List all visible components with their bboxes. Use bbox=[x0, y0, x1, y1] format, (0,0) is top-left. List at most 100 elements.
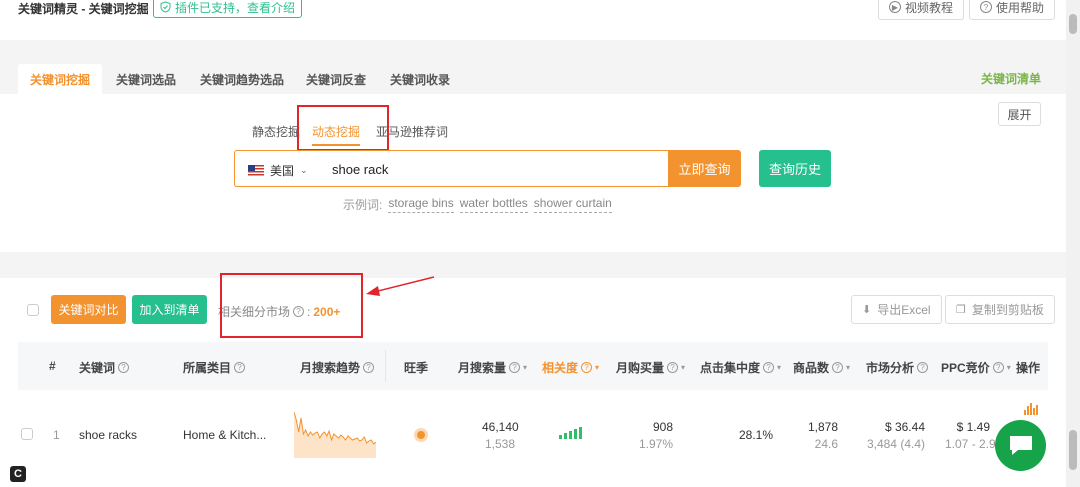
example-keywords: 示例词: storage bins water bottles shower c… bbox=[343, 196, 612, 213]
tab-keyword-indexing[interactable]: 关键词收录 bbox=[390, 64, 450, 94]
row-checkbox[interactable] bbox=[21, 428, 33, 440]
play-icon: ▶ bbox=[889, 1, 901, 13]
row-ppc-range: 1.07 - 2.9 bbox=[945, 437, 996, 451]
help-label: 使用帮助 bbox=[996, 0, 1045, 15]
question-icon[interactable]: ? bbox=[118, 362, 130, 373]
annotation-arrow-icon bbox=[366, 276, 435, 296]
export-label: 导出Excel bbox=[877, 303, 931, 317]
subtab-static-mining[interactable]: 静态挖掘 bbox=[252, 123, 300, 140]
relevance-bar bbox=[559, 435, 562, 439]
chevron-down-icon: ▾ bbox=[846, 363, 851, 372]
row-index: 1 bbox=[53, 428, 60, 442]
th-search-volume[interactable]: 月搜索量? ▾ bbox=[458, 359, 527, 376]
country-select[interactable]: 美国 ⌄ bbox=[248, 162, 308, 179]
video-tutorial-label: 视频教程 bbox=[905, 0, 954, 15]
th-keyword: 关键词? bbox=[79, 359, 130, 376]
question-icon[interactable]: ? bbox=[363, 362, 375, 373]
question-icon[interactable]: ? bbox=[832, 362, 844, 373]
question-icon: ? bbox=[980, 1, 992, 13]
us-flag-icon bbox=[248, 165, 264, 176]
row-purchases: 908 bbox=[652, 420, 673, 434]
relevance-bar bbox=[569, 431, 572, 439]
th-actions: 操作 bbox=[1016, 361, 1041, 375]
question-icon[interactable]: ? bbox=[667, 362, 679, 373]
query-button[interactable]: 立即查询 bbox=[668, 150, 741, 187]
th-trend-label: 月搜索趋势 bbox=[300, 361, 361, 375]
chevron-down-icon: ▾ bbox=[595, 363, 600, 372]
chevron-down-icon: ▾ bbox=[523, 363, 528, 372]
row-market-price: $ 36.44 bbox=[884, 420, 925, 434]
question-icon[interactable]: ? bbox=[509, 362, 521, 373]
download-icon: ⬇ bbox=[862, 304, 872, 316]
th-purchases[interactable]: 月购买量? ▾ bbox=[616, 359, 685, 376]
th-trend: 月搜索趋势? bbox=[300, 359, 375, 376]
copy-label: 复制到剪贴板 bbox=[971, 303, 1044, 317]
th-products[interactable]: 商品数? ▾ bbox=[793, 359, 850, 376]
chevron-down-icon: ▾ bbox=[777, 363, 782, 372]
relevance-bar bbox=[579, 427, 582, 439]
question-icon[interactable]: ? bbox=[581, 362, 593, 373]
question-icon[interactable]: ? bbox=[763, 362, 775, 373]
relevance-bar bbox=[574, 429, 577, 439]
row-products: 1,878 bbox=[807, 420, 838, 434]
video-tutorial-button[interactable]: ▶ 视频教程 bbox=[878, 0, 965, 20]
th-index: # bbox=[49, 359, 56, 373]
chevron-down-icon: ⌄ bbox=[300, 165, 308, 175]
chevron-down-icon: ▾ bbox=[681, 363, 686, 372]
row-search-volume: 46,140 bbox=[482, 420, 519, 434]
add-to-list-button[interactable]: 加入到清单 bbox=[132, 295, 207, 324]
th-keyword-label: 关键词 bbox=[79, 361, 116, 375]
th-category-label: 所属类目 bbox=[183, 361, 232, 375]
relevance-bars bbox=[559, 427, 582, 439]
row-market-sub: 3,484 (4.4) bbox=[866, 437, 925, 451]
th-peak-season: 旺季 bbox=[404, 361, 429, 375]
question-icon[interactable]: ? bbox=[917, 362, 929, 373]
th-market-analysis: 市场分析? bbox=[866, 359, 929, 376]
row-click-concentration: 28.1% bbox=[739, 428, 774, 442]
chevron-down-icon: ▾ bbox=[1006, 363, 1011, 372]
row-category: Home & Kitch... bbox=[183, 428, 267, 442]
tab-keyword-mining[interactable]: 关键词挖掘 bbox=[18, 64, 103, 94]
history-button[interactable]: 查询历史 bbox=[759, 150, 831, 187]
th-search-volume-label: 月搜索量 bbox=[458, 361, 507, 375]
select-all-checkbox[interactable] bbox=[27, 304, 39, 316]
th-relevance[interactable]: 相关度? ▾ bbox=[542, 359, 599, 376]
th-purchases-label: 月购买量 bbox=[616, 361, 665, 375]
question-icon[interactable]: ? bbox=[992, 362, 1004, 373]
plugin-badge-label: 插件已支持，查看介绍 bbox=[175, 0, 296, 15]
tab-keyword-trend-selection[interactable]: 关键词趋势选品 bbox=[200, 64, 284, 94]
th-ppc[interactable]: PPC竞价? ▾ bbox=[941, 359, 1011, 376]
row-search-volume-sub: 1,538 bbox=[484, 437, 515, 451]
row-purchases-rate: 1.97% bbox=[638, 437, 673, 451]
trend-sparkline[interactable] bbox=[294, 408, 376, 458]
compare-button[interactable]: 关键词对比 bbox=[51, 295, 126, 324]
copy-clipboard-button[interactable]: ❐ 复制到剪贴板 bbox=[945, 295, 1055, 324]
scrollbar-thumb-lower[interactable] bbox=[1069, 430, 1077, 470]
annotation-box bbox=[297, 105, 389, 151]
app-logo-icon: C bbox=[10, 466, 26, 482]
example-keyword[interactable]: storage bins bbox=[388, 196, 454, 213]
expand-button[interactable]: 展开 bbox=[998, 102, 1041, 126]
chart-icon[interactable] bbox=[1024, 403, 1038, 415]
plugin-badge[interactable]: 插件已支持，查看介绍 bbox=[153, 0, 303, 18]
example-keyword[interactable]: water bottles bbox=[459, 196, 528, 213]
shield-check-icon bbox=[160, 1, 171, 13]
search-input[interactable]: shoe rack bbox=[332, 162, 388, 177]
th-relevance-label: 相关度 bbox=[542, 361, 579, 375]
tab-keyword-product-selection[interactable]: 关键词选品 bbox=[116, 64, 176, 94]
keyword-list-link[interactable]: 关键词清单 bbox=[981, 70, 1041, 87]
help-button[interactable]: ? 使用帮助 bbox=[969, 0, 1056, 20]
th-click-concentration[interactable]: 点击集中度? ▾ bbox=[700, 359, 781, 376]
th-category: 所属类目? bbox=[183, 359, 246, 376]
annotation-box bbox=[220, 273, 363, 338]
tab-keyword-reverse-lookup[interactable]: 关键词反查 bbox=[306, 64, 366, 94]
column-divider bbox=[385, 350, 386, 382]
example-keyword[interactable]: shower curtain bbox=[533, 196, 612, 213]
scrollbar[interactable] bbox=[1066, 0, 1080, 487]
question-icon[interactable]: ? bbox=[234, 362, 246, 373]
scrollbar-thumb[interactable] bbox=[1069, 14, 1077, 34]
row-keyword[interactable]: shoe racks bbox=[79, 428, 137, 442]
export-excel-button[interactable]: ⬇ 导出Excel bbox=[851, 295, 942, 324]
chat-button[interactable] bbox=[995, 420, 1046, 471]
country-label: 美国 bbox=[270, 164, 295, 178]
